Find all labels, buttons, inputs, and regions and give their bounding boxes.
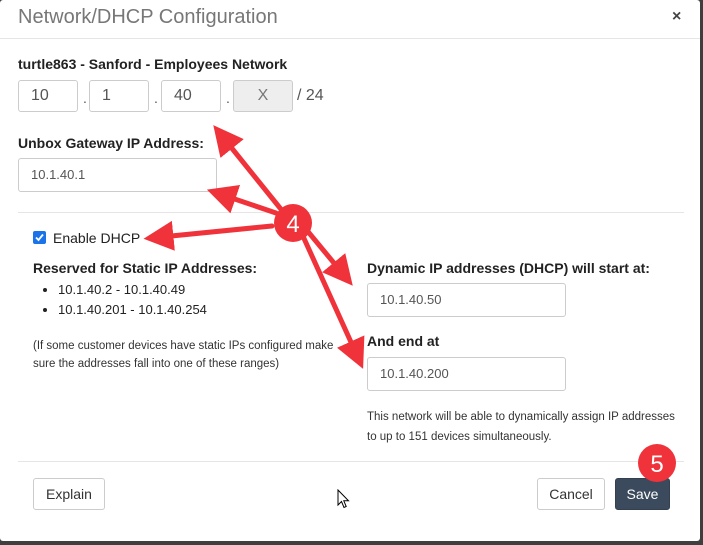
network-name: turtle863 - Sanford - Employees Network xyxy=(18,56,288,72)
dhcp-start-label: Dynamic IP addresses (DHCP) will start a… xyxy=(367,260,650,276)
octet-separator: . xyxy=(83,90,87,106)
save-button[interactable]: Save xyxy=(615,478,670,510)
gateway-label: Unbox Gateway IP Address: xyxy=(18,135,204,151)
dhcp-start-input[interactable]: 10.1.40.50 xyxy=(367,283,566,317)
octet-3-input[interactable]: 40 xyxy=(161,80,221,112)
enable-dhcp-label[interactable]: Enable DHCP xyxy=(53,230,140,246)
divider xyxy=(18,212,684,213)
close-icon[interactable]: × xyxy=(672,8,681,26)
list-item: 10.1.40.2 - 10.1.40.49 xyxy=(58,280,207,300)
network-dhcp-dialog: Network/DHCP Configuration × turtle863 -… xyxy=(0,0,700,541)
check-icon xyxy=(35,233,44,242)
reserved-label: Reserved for Static IP Addresses: xyxy=(33,260,258,276)
octet-1-input[interactable]: 10 xyxy=(18,80,78,112)
dialog-header: Network/DHCP Configuration × xyxy=(0,0,700,39)
explain-button[interactable]: Explain xyxy=(33,478,105,510)
octet-separator: . xyxy=(154,90,158,106)
dhcp-capacity-info: This network will be able to dynamically… xyxy=(367,411,675,443)
reserved-ranges-list: 10.1.40.2 - 10.1.40.49 10.1.40.201 - 10.… xyxy=(38,280,207,320)
dhcp-end-label: And end at xyxy=(367,333,440,349)
cancel-button[interactable]: Cancel xyxy=(537,478,605,510)
enable-dhcp-checkbox[interactable] xyxy=(33,231,46,244)
octet-separator: . xyxy=(226,90,230,106)
octet-4-input: X xyxy=(233,80,293,112)
octet-2-input[interactable]: 1 xyxy=(89,80,149,112)
gateway-ip-input[interactable]: 10.1.40.1 xyxy=(18,158,217,192)
cidr-suffix: / 24 xyxy=(297,87,324,104)
dialog-title: Network/DHCP Configuration xyxy=(18,6,278,28)
mouse-cursor-icon xyxy=(337,489,350,509)
static-ip-note: (If some customer devices have static IP… xyxy=(33,340,334,370)
list-item: 10.1.40.201 - 10.1.40.254 xyxy=(58,300,207,320)
divider xyxy=(18,461,684,462)
dhcp-end-input[interactable]: 10.1.40.200 xyxy=(367,357,566,391)
